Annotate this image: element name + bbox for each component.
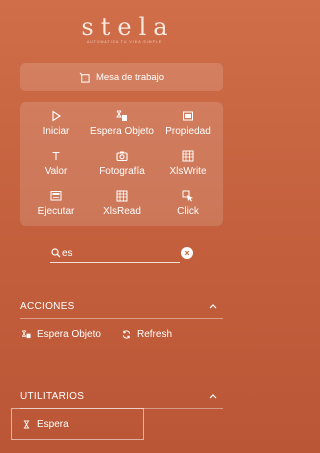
logo-tagline: AUTOMATIZA TU VIDA SIMPLE <box>86 40 163 44</box>
utility-item-espera[interactable]: Espera <box>22 417 69 431</box>
action-item-espera-objeto[interactable]: Espera Objeto <box>22 327 101 341</box>
tool-label: Espera Objeto <box>90 126 154 137</box>
hourglass-icon <box>23 419 30 429</box>
chevron-up-icon[interactable] <box>209 303 217 309</box>
tool-fotografia[interactable]: Fotografía <box>88 146 156 184</box>
execute-icon <box>50 191 62 201</box>
section-header-utilitarios[interactable]: UTILITARIOS <box>20 388 223 404</box>
search-input[interactable] <box>62 246 180 261</box>
clear-search-icon[interactable]: × <box>181 247 193 259</box>
tool-label: XlsRead <box>103 206 141 217</box>
tool-espera-objeto[interactable]: Espera Objeto <box>88 106 156 144</box>
search-icon <box>51 248 61 258</box>
tool-label: Ejecutar <box>37 206 75 217</box>
tool-iniciar[interactable]: Iniciar <box>22 106 90 144</box>
tools-panel: Iniciar Espera Objeto Propiedad Valor Fo… <box>20 102 223 226</box>
text-value-icon <box>52 151 60 160</box>
workspace-button-label: Mesa de trabajo <box>95 71 165 83</box>
search-box: × <box>50 245 195 263</box>
workspace-button[interactable]: Mesa de trabajo <box>20 63 223 91</box>
section-header-acciones[interactable]: ACCIONES <box>20 298 223 314</box>
search-underline <box>50 262 180 263</box>
tool-label: XlsWrite <box>169 166 207 177</box>
tool-label: Fotografía <box>99 166 145 177</box>
refresh-icon <box>122 330 131 338</box>
action-item-label: Espera Objeto <box>37 328 101 340</box>
logo-wordmark: stela <box>81 13 175 41</box>
spreadsheet-write-icon <box>182 150 194 162</box>
tool-label: Propiedad <box>165 126 211 137</box>
action-item-label: Refresh <box>137 328 173 340</box>
tool-click[interactable]: Click <box>154 186 222 224</box>
workspace-icon <box>79 72 90 83</box>
tool-ejecutar[interactable]: Ejecutar <box>22 186 90 224</box>
spreadsheet-read-icon <box>116 190 128 202</box>
tool-valor[interactable]: Valor <box>22 146 90 184</box>
section-title: ACCIONES <box>20 300 75 312</box>
brand-logo: stela AUTOMATIZA TU VIDA SIMPLE <box>0 14 249 44</box>
tool-propiedad[interactable]: Propiedad <box>154 106 222 144</box>
section-title: UTILITARIOS <box>20 390 85 402</box>
property-icon <box>183 111 193 121</box>
utility-item-label: Espera <box>37 418 69 430</box>
wait-object-icon <box>116 110 127 121</box>
click-icon <box>182 190 193 202</box>
camera-icon <box>116 151 128 162</box>
tool-xlswrite[interactable]: XlsWrite <box>154 146 222 184</box>
tool-label: Click <box>177 206 199 217</box>
action-item-refresh[interactable]: Refresh <box>122 327 172 341</box>
tool-label: Valor <box>44 166 68 177</box>
play-icon <box>52 110 62 122</box>
wait-object-icon <box>22 329 31 338</box>
tool-label: Iniciar <box>42 126 70 137</box>
tool-xlsread[interactable]: XlsRead <box>88 186 156 224</box>
chevron-up-icon[interactable] <box>209 393 217 399</box>
section-divider <box>20 318 223 319</box>
